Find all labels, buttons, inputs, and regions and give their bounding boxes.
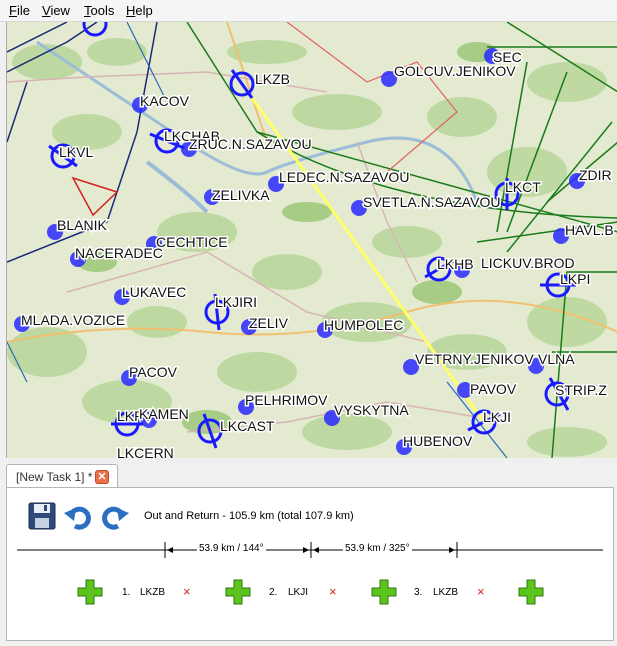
svg-text:GOLCUV.JENIKOV: GOLCUV.JENIKOV <box>394 63 516 79</box>
svg-text:CECHTICE: CECHTICE <box>156 234 228 250</box>
svg-text:LKPI: LKPI <box>560 271 590 287</box>
menu-bar: File View Tools Help <box>0 0 617 22</box>
save-icon <box>28 502 56 530</box>
remove-turnpoint-2-icon[interactable]: × <box>329 584 337 599</box>
leg-1-label: 53.9 km / 144° <box>197 543 266 554</box>
svg-text:KAMEN: KAMEN <box>139 406 189 422</box>
svg-text:VETRNY.JENIKOV: VETRNY.JENIKOV <box>415 351 534 367</box>
svg-text:LKHB: LKHB <box>437 256 474 272</box>
svg-text:LUKAVEC: LUKAVEC <box>122 284 186 300</box>
menu-tools[interactable]: Tools <box>84 3 114 18</box>
turnpoint-1-index: 1. <box>122 587 131 598</box>
add-turnpoint-button[interactable] <box>370 578 398 606</box>
task-tab-label: [New Task 1] * <box>16 470 93 484</box>
svg-text:HAVL.B: HAVL.B <box>565 222 614 238</box>
svg-text:ZELIV: ZELIV <box>249 315 289 331</box>
svg-text:LICKUV.BROD: LICKUV.BROD <box>481 255 575 271</box>
leg-2-label: 53.9 km / 325° <box>343 543 412 554</box>
menu-help[interactable]: Help <box>126 3 153 18</box>
svg-text:ZDIR: ZDIR <box>579 167 612 183</box>
turnpoint-1-code[interactable]: LKZB <box>140 587 165 598</box>
add-turnpoint-button[interactable] <box>224 578 252 606</box>
task-panel: Out and Return - 105.9 km (total 107.9 k… <box>6 487 614 641</box>
turnpoint-2-code[interactable]: LKJI <box>288 587 308 598</box>
app-window: File View Tools Help LKZB LKCHAB LKVL LK… <box>0 0 617 646</box>
add-turnpoint-button[interactable] <box>76 578 104 606</box>
add-turnpoint-icon <box>371 579 397 605</box>
svg-text:LKCERN: LKCERN <box>117 445 174 458</box>
svg-text:NACERADEC: NACERADEC <box>75 245 163 261</box>
leg-distance-row: 53.9 km / 144° 53.9 km / 325° <box>17 538 607 562</box>
task-summary: Out and Return - 105.9 km (total 107.9 k… <box>144 510 354 522</box>
svg-text:VYSKYTNA: VYSKYTNA <box>334 402 409 418</box>
svg-text:LKJIRI: LKJIRI <box>215 294 257 310</box>
svg-text:LKCT: LKCT <box>505 179 541 195</box>
undo-icon <box>64 506 91 530</box>
redo-button[interactable] <box>100 501 130 531</box>
svg-text:SEC: SEC <box>493 49 522 65</box>
svg-text:PACOV: PACOV <box>129 364 178 380</box>
turnpoint-3-code[interactable]: LKZB <box>433 587 458 598</box>
turnpoint-2-index: 2. <box>269 587 278 598</box>
svg-text:MLADA.VOZICE: MLADA.VOZICE <box>21 312 125 328</box>
svg-text:ZELIVKA: ZELIVKA <box>212 187 270 203</box>
add-turnpoint-icon <box>225 579 251 605</box>
redo-icon <box>102 506 129 530</box>
map-view[interactable]: LKZB LKCHAB LKVL LKJIRI LKCT LKHB LKPI L… <box>6 22 617 458</box>
remove-turnpoint-3-icon[interactable]: × <box>477 584 485 599</box>
svg-text:HUBENOV: HUBENOV <box>403 433 473 449</box>
remove-turnpoint-1-icon[interactable]: × <box>183 584 191 599</box>
svg-text:SVETLA.N.SAZAVOU: SVETLA.N.SAZAVOU <box>363 194 500 210</box>
svg-text:ZRUC.N.SAZAVOU: ZRUC.N.SAZAVOU <box>189 136 312 152</box>
menu-view[interactable]: View <box>42 3 70 18</box>
task-tab[interactable]: [New Task 1] * ✕ <box>6 464 118 489</box>
save-button[interactable] <box>27 501 57 531</box>
svg-text:STRIP.Z: STRIP.Z <box>555 382 607 398</box>
svg-text:LKCAST: LKCAST <box>220 418 275 434</box>
add-turnpoint-icon <box>518 579 544 605</box>
menu-file[interactable]: File <box>9 3 30 18</box>
svg-text:PELHRIMOV: PELHRIMOV <box>245 392 328 408</box>
svg-text:VLNA: VLNA <box>538 351 575 367</box>
svg-text:PAVOV: PAVOV <box>470 381 517 397</box>
add-turnpoint-icon <box>77 579 103 605</box>
map-label-town: KACOV <box>140 93 190 109</box>
undo-button[interactable] <box>63 501 93 531</box>
svg-text:HUMPOLEC: HUMPOLEC <box>324 317 403 333</box>
svg-text:LKJI: LKJI <box>483 409 511 425</box>
task-tab-strip: [New Task 1] * ✕ <box>0 458 617 489</box>
add-turnpoint-button[interactable] <box>517 578 545 606</box>
close-tab-icon[interactable]: ✕ <box>95 470 109 484</box>
map-label-airfield: LKZB <box>255 71 290 87</box>
svg-text:LKVL: LKVL <box>59 144 93 160</box>
svg-text:BLANIK: BLANIK <box>57 217 107 233</box>
svg-text:LEDEC.N.SAZAVOU: LEDEC.N.SAZAVOU <box>279 169 409 185</box>
turnpoint-3-index: 3. <box>414 587 423 598</box>
